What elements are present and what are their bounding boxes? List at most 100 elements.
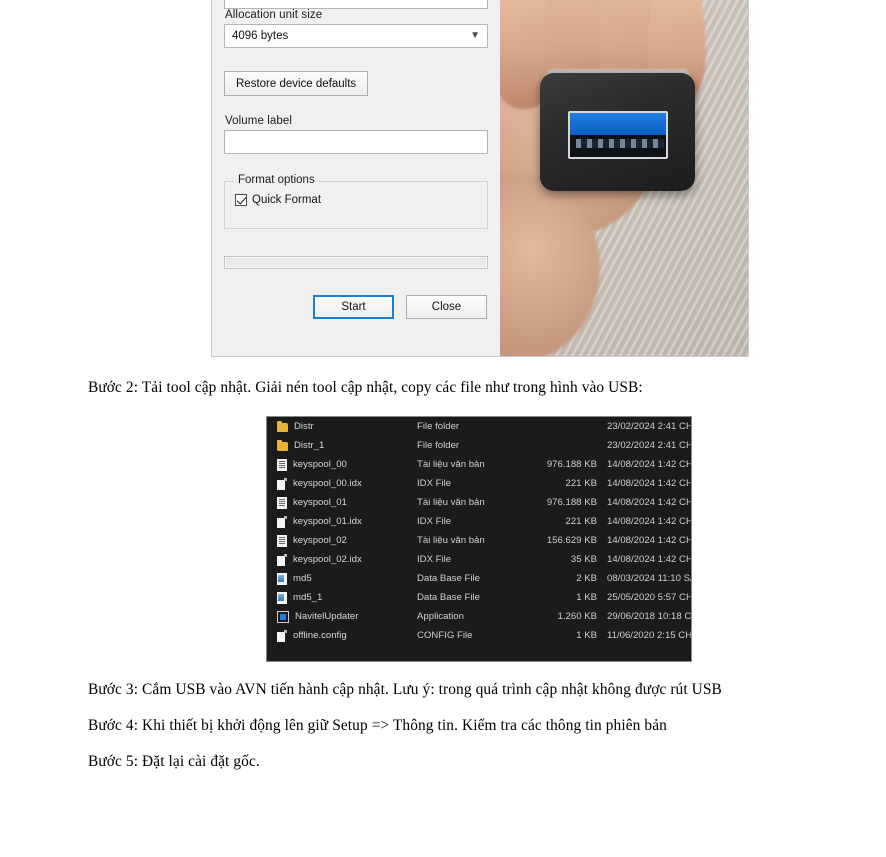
file-date: 25/05/2020 5:57 CH <box>607 592 692 603</box>
document-icon <box>277 515 287 528</box>
quick-format-label: Quick Format <box>252 194 322 206</box>
table-row[interactable]: keyspool_00 Tài liệu văn bản 976.188 KB 14/… <box>267 455 691 474</box>
volume-label-label: Volume label <box>225 115 293 127</box>
file-type: File folder <box>417 421 460 432</box>
file-name-cell: keyspool_01.idx <box>277 515 362 528</box>
format-dialog: ▼ Allocation unit size 4096 bytes ▼ Rest… <box>212 0 500 356</box>
start-button[interactable]: Start <box>313 295 394 319</box>
file-name-cell: keyspool_02 <box>277 534 347 547</box>
file-type: IDX File <box>417 516 452 527</box>
text-file-icon <box>277 534 287 547</box>
file-date: 11/06/2020 2:15 CH <box>607 630 692 641</box>
file-name-cell: keyspool_02.idx <box>277 553 362 566</box>
file-type: Application <box>417 611 464 622</box>
database-file-icon <box>277 591 287 604</box>
allocation-unit-size-label: Allocation unit size <box>225 9 323 21</box>
folder-icon <box>277 420 288 432</box>
close-button[interactable]: Close <box>406 295 487 319</box>
table-row[interactable]: NavitelUpdater Application 1.260 KB 29/06/2… <box>267 607 691 626</box>
file-date: 14/08/2024 1:42 CH <box>607 459 692 470</box>
file-name: keyspool_00.idx <box>293 478 362 489</box>
file-size: 35 KB <box>570 554 597 565</box>
chevron-down-icon: ▼ <box>470 30 480 41</box>
file-name: md5 <box>293 573 312 584</box>
file-date: 29/06/2018 10:18 CH <box>607 611 692 622</box>
file-date: 14/08/2024 1:42 CH <box>607 554 692 565</box>
chevron-down-icon: ▼ <box>470 0 480 2</box>
table-row[interactable]: Distr_1 File folder 23/02/2024 2:41 CH <box>267 436 691 455</box>
dialog-button-row: Start Close <box>224 295 488 319</box>
progress-bar <box>224 256 488 269</box>
file-date: 14/08/2024 1:42 CH <box>607 478 692 489</box>
quick-format-row[interactable]: Quick Format <box>235 194 477 206</box>
file-name: md5_1 <box>293 592 323 603</box>
document-icon <box>277 629 287 642</box>
file-name: keyspool_02 <box>293 535 347 546</box>
file-name-cell: NavitelUpdater <box>277 610 359 623</box>
table-row[interactable]: offline.config CONFIG File 1 KB 11/06/2020 … <box>267 626 691 645</box>
file-name: keyspool_02.idx <box>293 554 362 565</box>
table-row[interactable]: keyspool_02.idx IDX File 35 KB 14/08/2024 1… <box>267 550 691 569</box>
document-page: ▼ Allocation unit size 4096 bytes ▼ Rest… <box>0 0 886 857</box>
file-name: Distr_1 <box>294 440 325 451</box>
file-size: 1 KB <box>576 630 597 641</box>
file-size: 976.188 KB <box>546 459 597 470</box>
file-size: 2 KB <box>576 573 597 584</box>
file-date: 14/08/2024 1:42 CH <box>607 516 692 527</box>
table-row[interactable]: Distr File folder 23/02/2024 2:41 CH <box>267 417 691 436</box>
paragraph-step-5: Bước 5: Đặt lại cài đặt gốc. <box>88 753 260 770</box>
allocation-unit-size-value: 4096 bytes <box>232 30 289 42</box>
file-system-combo[interactable]: ▼ <box>224 0 488 9</box>
file-size: 156.629 KB <box>546 535 597 546</box>
table-row[interactable]: md5 Data Base File 2 KB 08/03/2024 11:10 SA <box>267 569 691 588</box>
file-name-cell: keyspool_01 <box>277 496 347 509</box>
application-icon <box>277 610 289 623</box>
checkbox-icon[interactable] <box>235 194 247 206</box>
usb-pins <box>576 139 664 148</box>
file-name: keyspool_01.idx <box>293 516 362 527</box>
table-row[interactable]: keyspool_00.idx IDX File 221 KB 14/08/2024 … <box>267 474 691 493</box>
format-options-title: Format options <box>234 174 319 186</box>
paragraph-step-4: Bước 4: Khi thiết bị khởi động lên giữ S… <box>88 717 667 734</box>
file-size: 976.188 KB <box>546 497 597 508</box>
folder-icon <box>277 439 288 451</box>
usb-connector-photo <box>500 0 748 356</box>
file-type: IDX File <box>417 554 452 565</box>
usb3-blue-insert <box>570 113 666 135</box>
file-name: Distr <box>294 421 314 432</box>
file-name: keyspool_01 <box>293 497 347 508</box>
format-options-group: Format options Quick Format <box>224 174 488 229</box>
table-row[interactable]: keyspool_01 Tài liệu văn bản 976.188 KB 14/… <box>267 493 691 512</box>
paragraph-step-3: Bước 3: Cắm USB vào AVN tiến hành cập nh… <box>88 681 722 698</box>
text-file-icon <box>277 496 287 509</box>
table-row[interactable]: keyspool_01.idx IDX File 221 KB 14/08/2024 … <box>267 512 691 531</box>
file-name-cell: keyspool_00 <box>277 458 347 471</box>
file-size: 1 KB <box>576 592 597 603</box>
file-name-cell: offline.config <box>277 629 347 642</box>
usb-port <box>568 111 668 159</box>
file-name-cell: Distr_1 <box>277 439 325 451</box>
document-icon <box>277 477 287 490</box>
file-name: keyspool_00 <box>293 459 347 470</box>
volume-label-input[interactable] <box>224 130 488 154</box>
file-size: 1.260 KB <box>557 611 597 622</box>
file-name: offline.config <box>293 630 347 641</box>
file-name-cell: md5 <box>277 572 312 585</box>
file-type: CONFIG File <box>417 630 473 641</box>
file-name-cell: keyspool_00.idx <box>277 477 362 490</box>
restore-device-defaults-button[interactable]: Restore device defaults <box>224 71 369 96</box>
database-file-icon <box>277 572 287 585</box>
file-date: 14/08/2024 1:42 CH <box>607 497 692 508</box>
format-dialog-screenshot: ▼ Allocation unit size 4096 bytes ▼ Rest… <box>211 0 749 357</box>
file-date: 23/02/2024 2:41 CH <box>607 421 692 432</box>
file-list: Distr File folder 23/02/2024 2:41 CH Distr_… <box>267 417 691 645</box>
file-explorer-screenshot: Distr File folder 23/02/2024 2:41 CH Distr_… <box>266 416 692 662</box>
document-icon <box>277 553 287 566</box>
file-name-cell: md5_1 <box>277 591 323 604</box>
file-name: NavitelUpdater <box>295 611 359 622</box>
allocation-unit-size-combo[interactable]: 4096 bytes ▼ <box>224 24 488 48</box>
file-type: IDX File <box>417 478 452 489</box>
file-name-cell: Distr <box>277 420 314 432</box>
table-row[interactable]: keyspool_02 Tài liệu văn bản 156.629 KB 14/… <box>267 531 691 550</box>
table-row[interactable]: md5_1 Data Base File 1 KB 25/05/2020 5:57 C… <box>267 588 691 607</box>
